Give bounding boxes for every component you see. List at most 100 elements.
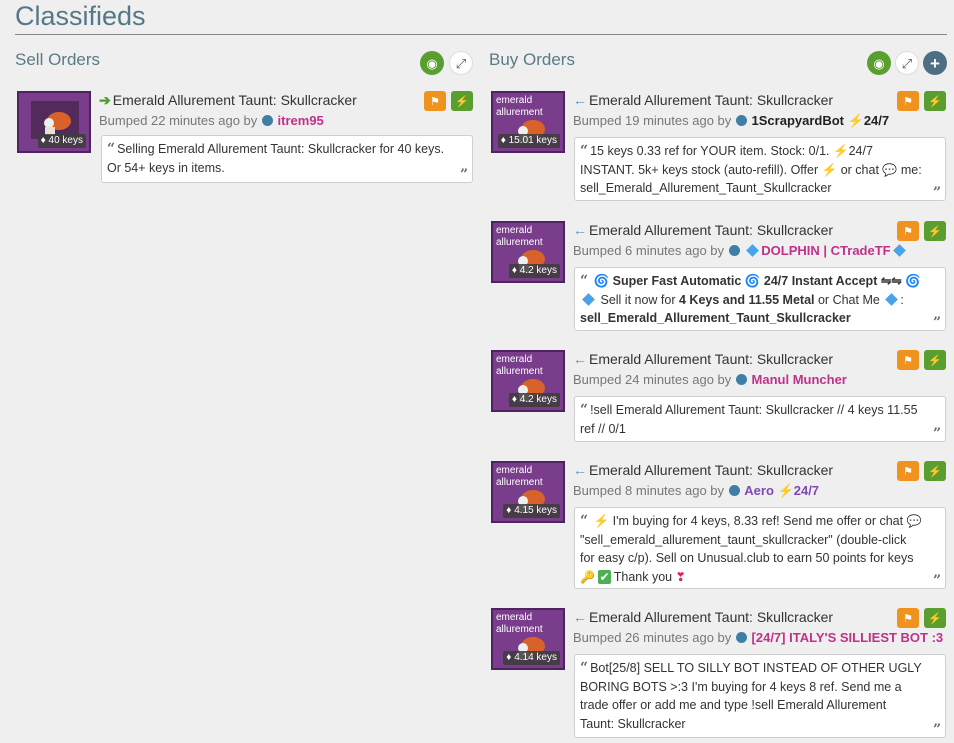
lightning-icon: ⚡	[928, 354, 942, 367]
user-suffix: 24/7	[793, 483, 820, 498]
bumped-info: Bumped 6 minutes ago by DOLPHIN | CTrade…	[573, 243, 908, 259]
flag-icon: ⚑	[903, 225, 913, 238]
quote-close-icon: ”	[932, 426, 941, 442]
cyclone-icon: 🌀	[905, 274, 921, 288]
sell-listing: ♦ 40 keys ➔ Emerald Allurement Taunt: Sku…	[17, 91, 473, 187]
user-link[interactable]: 1ScrapyardBot	[752, 113, 844, 128]
instant-trade-button[interactable]: ⚡	[924, 350, 946, 370]
price-tag: ♦ 4.2 keys	[508, 393, 560, 407]
lightning-icon: ⚡	[833, 144, 849, 158]
user-link[interactable]: Aero	[744, 483, 774, 498]
arrow-left-icon: ←	[573, 222, 587, 238]
quote-open-icon: “	[580, 273, 589, 289]
item-thumbnail[interactable]: emerald allurement ♦ 4.2 keys	[491, 350, 565, 412]
listing-title[interactable]: ← Emerald Allurement Taunt: Skullcracker	[573, 462, 833, 478]
arrow-left-icon: ←	[573, 351, 587, 367]
quote-open-icon: “	[580, 143, 589, 159]
user-suffix: 24/7	[863, 113, 890, 128]
listing-description: “Bot[25/8] SELL TO SILLY BOT INSTEAD OF …	[574, 654, 946, 738]
lightning-icon: ⚡	[928, 612, 942, 625]
diamond-icon	[746, 244, 760, 257]
flag-icon: ⚑	[903, 465, 913, 478]
quote-close-icon: ”	[459, 167, 468, 183]
diamond-icon	[582, 292, 595, 306]
user-avatar-dot	[735, 632, 747, 643]
user-avatar-dot	[728, 485, 740, 496]
quote-open-icon: “	[107, 141, 116, 157]
sell-watch-button[interactable]: ◉	[420, 51, 444, 75]
user-link[interactable]: DOLPHIN | CTradeTF	[761, 243, 890, 258]
listing-description: “!sell Emerald Allurement Taunt: Skullcr…	[574, 396, 946, 442]
buy-listing: emerald allurement ♦ 4.2 keys ← Emerald A…	[491, 350, 947, 444]
expand-icon: ⤢	[455, 55, 467, 71]
instant-trade-button[interactable]: ⚡	[451, 91, 473, 111]
report-button[interactable]: ⚑	[897, 461, 919, 481]
heart-icon: ❣	[675, 569, 686, 584]
report-button[interactable]: ⚑	[897, 91, 919, 111]
eye-icon: ◉	[873, 55, 885, 71]
add-buy-order-button[interactable]: +	[923, 51, 947, 75]
arrow-left-icon: ←	[573, 92, 587, 108]
item-thumbnail[interactable]: ♦ 40 keys	[17, 91, 91, 153]
report-button[interactable]: ⚑	[897, 221, 919, 241]
lightning-icon: ⚡	[593, 514, 610, 528]
listing-description: “Selling Emerald Allurement Taunt: Skull…	[101, 135, 473, 183]
lightning-icon: ⚡	[928, 465, 942, 478]
price-tag: ♦ 4.14 keys	[503, 651, 560, 665]
report-button[interactable]: ⚑	[897, 608, 919, 628]
report-button[interactable]: ⚑	[424, 91, 446, 111]
user-link[interactable]: Manul Muncher	[752, 372, 847, 387]
listing-description: “ ⚡ I'm buying for 4 keys, 8.33 ref! Sen…	[574, 507, 946, 589]
speech-bubble-icon: 💬	[906, 514, 922, 528]
item-thumbnail[interactable]: emerald allurement ♦ 15.01 keys	[491, 91, 565, 153]
arrow-left-icon: ←	[573, 609, 587, 625]
bumped-info: Bumped 26 minutes ago by [24/7] ITALY'S …	[573, 630, 944, 645]
arrow-right-icon: ➔	[99, 92, 111, 108]
speech-bubble-icon: 💬	[882, 162, 898, 177]
report-button[interactable]: ⚑	[897, 350, 919, 370]
user-link[interactable]: [24/7] ITALY'S SILLIEST BOT :3	[752, 630, 944, 645]
listing-title[interactable]: ← Emerald Allurement Taunt: Skullcracker	[573, 351, 833, 367]
instant-trade-button[interactable]: ⚡	[924, 608, 946, 628]
lightning-icon: ⚡	[928, 225, 942, 238]
diamond-icon	[885, 292, 899, 306]
buy-expand-button[interactable]: ⤢	[895, 51, 919, 75]
sell-orders-heading: Sell Orders	[15, 50, 101, 69]
sell-expand-button[interactable]: ⤢	[449, 51, 473, 75]
user-link[interactable]: itrem95	[278, 113, 324, 128]
listing-description: “ 🌀 Super Fast Automatic 🌀 24/7 Instant …	[574, 267, 946, 331]
instant-trade-button[interactable]: ⚡	[924, 461, 946, 481]
page-title: Classifieds	[15, 1, 146, 31]
instant-trade-button[interactable]: ⚡	[924, 91, 946, 111]
user-avatar-dot	[261, 115, 273, 126]
item-thumbnail[interactable]: emerald allurement ♦ 4.2 keys	[491, 221, 565, 283]
cyclone-icon: 🌀	[593, 274, 610, 288]
user-avatar-dot	[735, 115, 747, 126]
buy-listing: emerald allurement ♦ 4.2 keys ← Emerald A…	[491, 221, 947, 333]
bumped-info: Bumped 8 minutes ago by Aero ⚡24/7	[573, 483, 820, 498]
listing-title[interactable]: ← Emerald Allurement Taunt: Skullcracker	[573, 92, 833, 108]
quote-close-icon: ”	[932, 315, 941, 331]
buy-watch-button[interactable]: ◉	[867, 51, 891, 75]
cyclone-icon: 🌀	[744, 274, 761, 288]
flag-icon: ⚑	[903, 354, 913, 367]
buy-orders-heading: Buy Orders	[489, 50, 575, 69]
listing-title[interactable]: ← Emerald Allurement Taunt: Skullcracker	[573, 222, 833, 238]
flag-icon: ⚑	[903, 95, 913, 108]
listing-title[interactable]: ➔ Emerald Allurement Taunt: Skullcracker	[99, 92, 357, 108]
instant-trade-button[interactable]: ⚡	[924, 221, 946, 241]
bumped-info: Bumped 19 minutes ago by 1ScrapyardBot ⚡…	[573, 113, 890, 128]
lightning-icon: ⚡	[455, 95, 469, 108]
eye-icon: ◉	[426, 55, 438, 71]
title-divider	[15, 34, 947, 35]
item-thumbnail[interactable]: emerald allurement ♦ 4.14 keys	[491, 608, 565, 670]
buy-listing: emerald allurement ♦ 4.14 keys ← Emerald …	[491, 608, 947, 738]
plus-icon: +	[930, 53, 940, 73]
lightning-icon: ⚡	[847, 113, 864, 128]
item-thumbnail[interactable]: emerald allurement ♦ 4.15 keys	[491, 461, 565, 523]
price-tag: ♦ 40 keys	[37, 134, 86, 148]
listing-title[interactable]: ← Emerald Allurement Taunt: Skullcracker	[573, 609, 833, 625]
arrow-left-icon: ←	[573, 462, 587, 478]
diamond-icon	[892, 244, 906, 257]
lightning-icon: ⚡	[928, 95, 942, 108]
